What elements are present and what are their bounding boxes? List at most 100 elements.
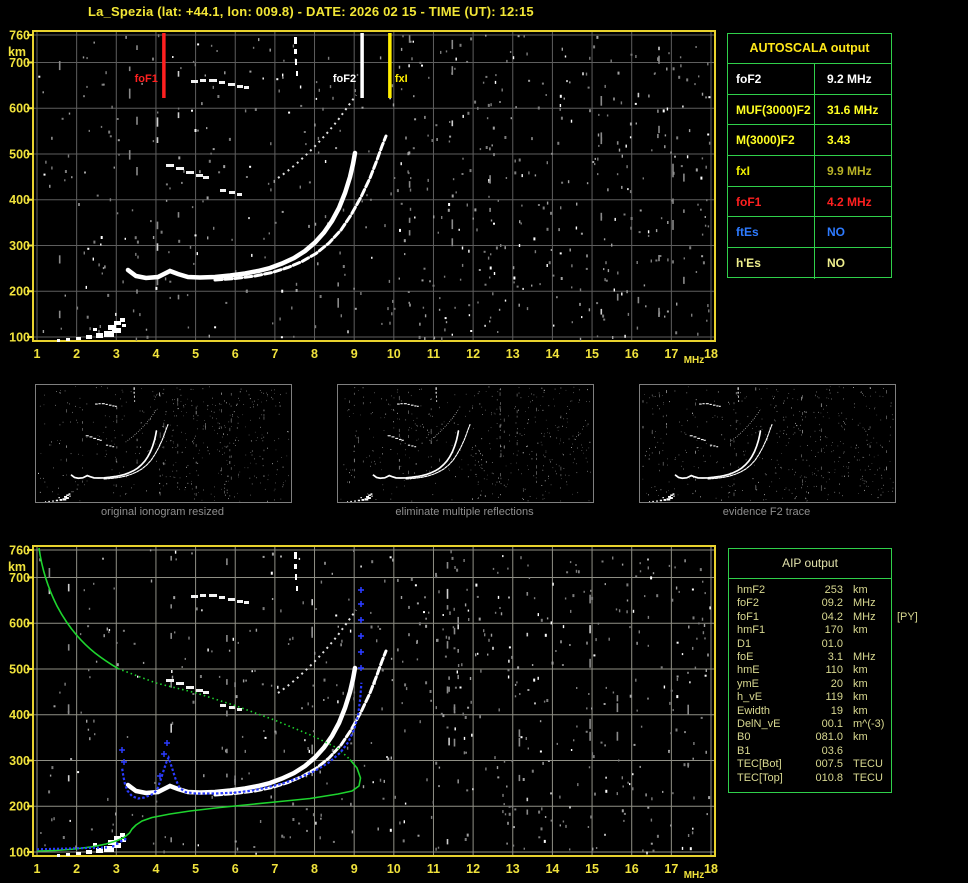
x-tick-label: 11 <box>427 347 440 361</box>
aip-val: 010.8 <box>815 771 843 784</box>
aip-unit <box>843 745 895 758</box>
y-tick-label: 500 <box>9 147 30 161</box>
aip-unit: km <box>853 584 868 596</box>
y-tick-label: 200 <box>9 285 30 299</box>
autoscala-output-panel: AUTOSCALA output foF2 9.2 MHz MUF(3000)F2 3… <box>727 33 892 279</box>
y-tick-label: 300 <box>9 754 30 768</box>
x-tick-label: 10 <box>387 862 401 876</box>
aip-unit: MHz <box>853 597 876 610</box>
autoscala-value: NO <box>814 248 891 279</box>
aip-label: B0 <box>737 731 751 744</box>
thumbnail-image <box>642 386 894 502</box>
autoscala-label: fxI <box>736 163 751 178</box>
autoscala-label: MUF(3000)F2 <box>736 102 811 117</box>
aip-row-TECBot: TEC[Bot] 007.5 TECU <box>729 758 891 771</box>
x-tick-label: 13 <box>506 862 520 876</box>
aip-label: ymE <box>737 677 759 690</box>
aip-row-B1: B1 03.6 <box>729 745 891 758</box>
aip-row-hmF1: hmF1 170 km <box>729 624 891 637</box>
x-axis-unit: MHz <box>684 355 705 366</box>
aip-label: DelN_vE <box>737 718 781 731</box>
y-tick-label: 760 <box>9 29 30 43</box>
y-tick-label: 100 <box>9 845 30 859</box>
aip-val: 09.2 <box>821 597 843 610</box>
aip-val: 04.2 <box>821 610 843 623</box>
autoscala-label: M(3000)F2 <box>736 133 795 148</box>
aip-row-ymE: ymE 20 km <box>729 678 891 691</box>
aip-val: 01.0 <box>821 637 843 650</box>
ionogram-echo-trace <box>346 387 471 502</box>
aip-val: 3.1 <box>827 651 843 664</box>
aip-extra <box>895 664 897 677</box>
y-tick-label: 600 <box>9 102 30 116</box>
x-tick-label: 16 <box>625 862 639 876</box>
thumbnail-evidence-f2 <box>639 384 896 503</box>
aip-val: 081.0 <box>815 731 843 744</box>
y-axis-unit: km <box>8 560 26 574</box>
frequency-markers: foF1 foF2 fxI <box>135 33 408 98</box>
autoscala-header: AUTOSCALA output <box>728 34 891 64</box>
ionogram-echo-trace <box>648 387 773 502</box>
x-tick-label: 14 <box>545 347 559 361</box>
aip-row-Ewidth: Ewidth 19 km <box>729 705 891 718</box>
x-tick-label: 4 <box>152 862 159 876</box>
fxI-marker-label: fxI <box>395 73 408 85</box>
thumbnail-image <box>38 386 290 502</box>
x-tick-label: 6 <box>232 347 239 361</box>
autoscala-value: 31.6 MHz <box>814 94 891 125</box>
autoscala-value: 9.2 MHz <box>814 64 891 94</box>
autoscala-label: foF2 <box>736 71 762 86</box>
x-tick-label: 1 <box>34 347 41 361</box>
thumbnail-eliminate-reflections <box>337 384 594 503</box>
thumbnail-original-ionogram <box>35 384 292 503</box>
aip-val: 119 <box>825 691 843 704</box>
aip-val: 007.5 <box>815 758 843 771</box>
x-tick-label: 15 <box>585 347 599 361</box>
x-tick-label: 3 <box>113 862 120 876</box>
autoscala-row-MUF3000F2: MUF(3000)F2 31.6 MHz <box>728 94 891 126</box>
aip-label: h_vE <box>737 691 763 704</box>
aip-label: D1 <box>737 637 752 650</box>
aip-row-hmE: hmE 110 km <box>729 664 891 677</box>
aip-row-B0: B0 081.0 km <box>729 731 891 744</box>
thumbnail-caption: eliminate multiple reflections <box>395 506 534 518</box>
aip-unit: km <box>853 704 868 717</box>
aip-unit: MHz <box>853 651 876 664</box>
aip-row-DelN_vE: DelN_vE 00.1 m^(-3) <box>729 718 891 731</box>
y-tick-label: 400 <box>9 708 30 722</box>
aip-unit: km <box>853 691 868 704</box>
x-tick-label: 17 <box>664 347 678 361</box>
aip-row-foF1: foF1 04.2 MHz [PY] <box>729 610 918 624</box>
aip-extra <box>895 705 897 718</box>
x-tick-label: 15 <box>585 862 599 876</box>
aip-val: 00.1 <box>821 718 843 731</box>
aip-label: hmF2 <box>737 584 766 596</box>
y-tick-label: 760 <box>9 544 30 558</box>
aip-label: B1 <box>737 744 751 757</box>
thumbnail-image <box>340 386 591 502</box>
x-tick-label: 2 <box>73 862 80 876</box>
aip-label: hmE <box>737 664 760 677</box>
plot-grid <box>33 546 715 856</box>
aip-rows: hmF2 253 km foF2 09.2 MHz foF1 04.2 MHz [PY] hmF1 1… <box>729 579 918 785</box>
autoscala-label: ftEs <box>736 225 759 240</box>
top-ionogram-plot: 760700600500400300200100km1 2 3 4 5 6 7 8 9 10 11 1… <box>8 29 718 367</box>
y-tick-label: 300 <box>9 239 30 253</box>
thumbnail-caption: original ionogram resized <box>101 506 224 518</box>
autoscala-row-foF1: foF1 4.2 MHz <box>728 186 891 218</box>
aip-extra <box>895 597 897 610</box>
aip-extra <box>895 772 897 785</box>
x-tick-label: 18 <box>704 347 718 361</box>
aip-unit: m^(-3) <box>853 718 885 731</box>
thumbnail-caption: evidence F2 trace <box>722 506 811 518</box>
aip-output-panel: AIP output hmF2 253 km foF2 09.2 MHz foF1 04.2 M… <box>728 548 918 793</box>
x-tick-label: 7 <box>271 347 278 361</box>
y-tick-label: 200 <box>9 800 30 814</box>
aip-extra <box>895 651 897 664</box>
aip-extra <box>895 745 897 758</box>
aip-label: TEC[Bot] <box>737 758 782 771</box>
aip-val: 03.6 <box>821 744 843 757</box>
plot-border <box>32 545 716 857</box>
aip-val: 170 <box>824 624 843 637</box>
aip-row-TECTop: TEC[Top] 010.8 TECU <box>729 772 891 785</box>
